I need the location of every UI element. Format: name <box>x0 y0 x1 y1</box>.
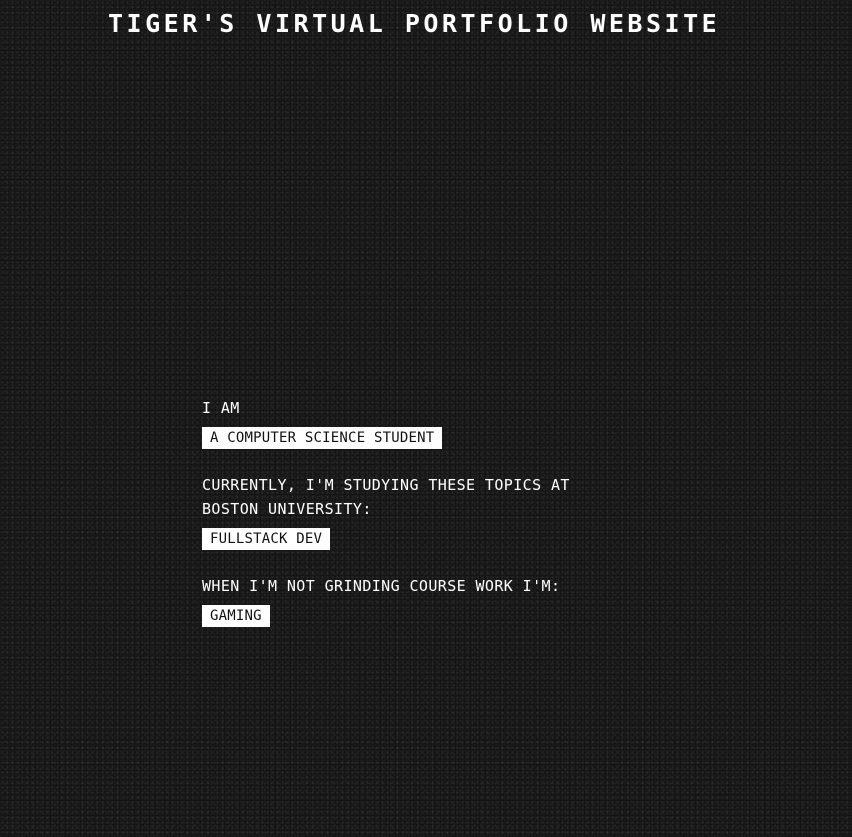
intro-tag: A COMPUTER SCIENCE STUDENT <box>202 427 443 449</box>
studying-label: CURRENTLY, I'M STUDYING THESE TOPICS AT … <box>202 476 570 518</box>
studying-tag: FULLSTACK DEV <box>202 528 331 550</box>
hobby-tag: GAMING <box>202 605 270 627</box>
studying-block: CURRENTLY, I'M STUDYING THESE TOPICS AT … <box>202 473 602 550</box>
intro-block: I AM A COMPUTER SCIENCE STUDENT <box>202 396 602 449</box>
hobby-label: WHEN I'M NOT GRINDING COURSE WORK I'M: <box>202 577 561 595</box>
about-section: I AM A COMPUTER SCIENCE STUDENT CURRENTL… <box>202 396 602 651</box>
hobby-block: WHEN I'M NOT GRINDING COURSE WORK I'M: G… <box>202 574 602 627</box>
intro-label: I AM <box>202 399 240 417</box>
site-title: TIGER'S VIRTUAL PORTFOLIO WEBSITE <box>108 9 721 38</box>
